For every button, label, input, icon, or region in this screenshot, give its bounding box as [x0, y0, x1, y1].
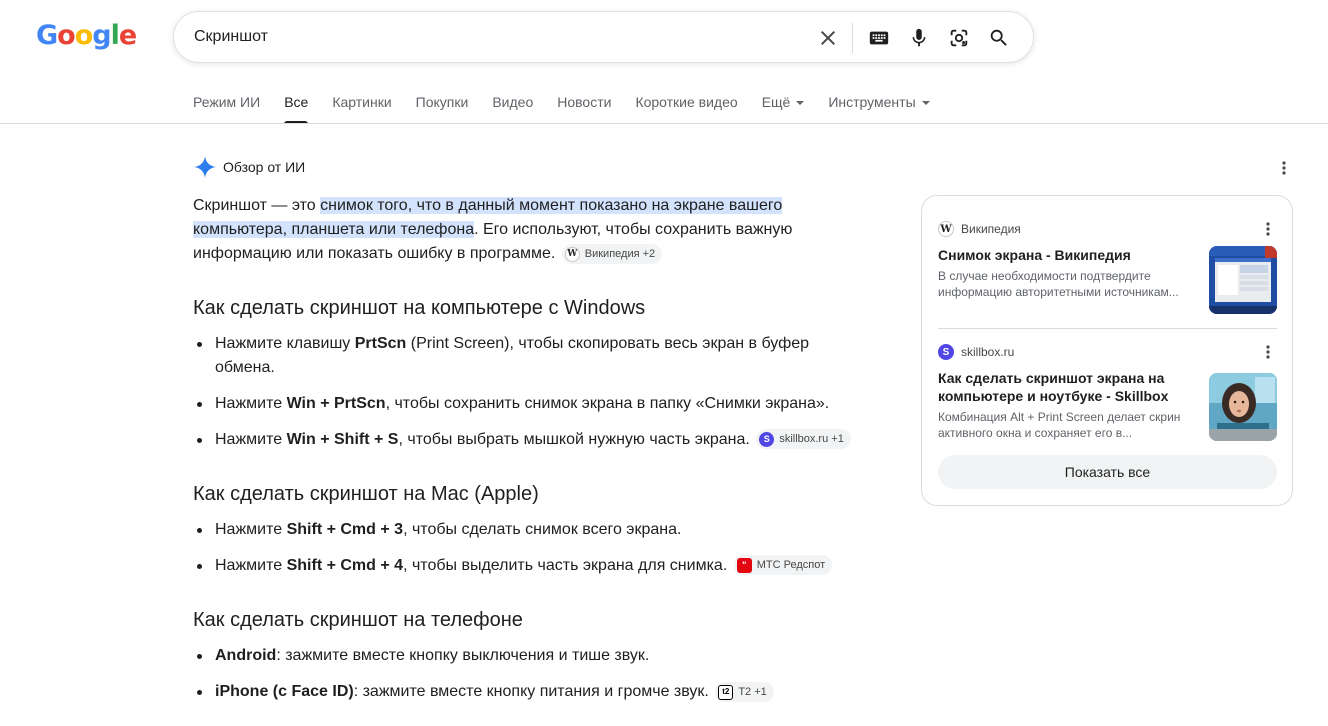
source-snippet: В случае необходимости подтвердите инфор… [938, 269, 1179, 299]
list-item: Нажмите Shift + Cmd + 3, чтобы сделать с… [193, 518, 853, 542]
wikipedia-icon: W [938, 221, 954, 237]
search-icon [990, 29, 1007, 46]
source-thumbnail [1209, 246, 1277, 314]
source-more-button[interactable] [1259, 220, 1277, 238]
ai-overview-more-button[interactable] [1274, 158, 1294, 178]
sources-panel: W Википедия Снимок экрана - Википедия В … [921, 195, 1293, 506]
phone-list: Android: зажмите вместе кнопку выключени… [193, 644, 853, 704]
list-item: Нажмите клавишу PrtScn (Print Screen), ч… [193, 332, 853, 380]
caret-down-icon [796, 101, 805, 105]
camera-lens-icon [950, 29, 968, 47]
search-actions [808, 12, 1019, 64]
lens-search-button[interactable] [939, 18, 979, 58]
more-vert-icon [1282, 161, 1286, 175]
source-card-skillbox[interactable]: S skillbox.ru Как сделать скриншот экран… [938, 343, 1277, 443]
ai-overview-title: Обзор от ИИ [223, 159, 306, 175]
keyboard-button[interactable] [859, 18, 899, 58]
more-vert-icon [1266, 345, 1270, 359]
list-item: Нажмите Win + Shift + S, чтобы выбрать м… [193, 428, 853, 452]
tab-shopping[interactable]: Покупки [416, 84, 469, 124]
wikipedia-icon: W [564, 246, 580, 262]
tab-more[interactable]: Ещё [762, 84, 805, 124]
source-chip-wikipedia[interactable]: W Википедия +2 [561, 244, 663, 264]
heading-phone: Как сделать скриншот на телефоне [193, 609, 523, 631]
tab-ai-mode[interactable]: Режим ИИ [193, 84, 260, 124]
tab-news[interactable]: Новости [557, 84, 611, 124]
microphone-icon [912, 28, 926, 47]
search-box [173, 11, 1034, 63]
close-icon [821, 31, 835, 45]
t2-icon: t2 [718, 684, 734, 700]
list-item: Нажмите Win + PrtScn, чтобы сохранить сн… [193, 392, 853, 416]
screenshot-thumbnail-image [1209, 246, 1277, 314]
source-divider [938, 328, 1277, 329]
mac-list: Нажмите Shift + Cmd + 3, чтобы сделать с… [193, 518, 853, 578]
voice-search-button[interactable] [899, 18, 939, 58]
search-divider [852, 23, 853, 53]
list-item: Android: зажмите вместе кнопку выключени… [193, 644, 853, 668]
source-snippet: Комбинация Alt + Print Screen делает скр… [938, 410, 1181, 440]
source-chip-mts[interactable]: " МТС Редспот [733, 555, 833, 575]
source-more-button[interactable] [1259, 343, 1277, 361]
source-chip-t2[interactable]: t2 Т2 +1 [715, 682, 774, 702]
source-thumbnail [1209, 373, 1277, 441]
skillbox-icon: S [759, 431, 775, 447]
ai-overview-header: Обзор от ИИ [193, 155, 305, 179]
header-divider [0, 123, 1328, 124]
search-input[interactable] [194, 24, 814, 50]
list-item: Нажмите Shift + Cmd + 4, чтобы выделить … [193, 554, 853, 578]
ai-overview-content: Скриншот — это снимок того, что в данный… [193, 194, 853, 716]
source-title[interactable]: Снимок экрана - Википедия [938, 246, 1196, 264]
sparkle-icon [194, 156, 216, 178]
search-button[interactable] [979, 18, 1019, 58]
ai-intro: Скриншот — это снимок того, что в данный… [193, 197, 793, 264]
mts-icon: " [736, 557, 752, 573]
person-thumbnail-image [1209, 373, 1277, 441]
source-site: S skillbox.ru [938, 343, 1277, 361]
list-item: iPhone (с Face ID): зажмите вместе кнопк… [193, 680, 853, 704]
source-chip-skillbox[interactable]: Sskillbox.ru +1 [756, 429, 851, 449]
skillbox-icon: S [938, 344, 954, 360]
search-tabs: Режим ИИ Все Картинки Покупки Видео Ново… [193, 84, 954, 124]
keyboard-icon [869, 31, 889, 45]
show-all-button[interactable]: Показать все [938, 455, 1277, 489]
tab-tools[interactable]: Инструменты [828, 84, 930, 124]
tab-images[interactable]: Картинки [332, 84, 391, 124]
source-title[interactable]: Как сделать скриншот экрана на компьютер… [938, 369, 1196, 405]
tab-short-videos[interactable]: Короткие видео [635, 84, 737, 124]
google-logo[interactable]: Google [36, 20, 137, 51]
source-card-wikipedia[interactable]: W Википедия Снимок экрана - Википедия В … [938, 220, 1277, 320]
source-site: W Википедия [938, 220, 1277, 238]
more-vert-icon [1266, 222, 1270, 236]
tab-videos[interactable]: Видео [492, 84, 533, 124]
tab-all[interactable]: Все [284, 84, 309, 124]
clear-button[interactable] [808, 18, 848, 58]
heading-mac: Как сделать скриншот на Mac (Apple) [193, 483, 539, 505]
caret-down-icon [921, 101, 930, 105]
windows-list: Нажмите клавишу PrtScn (Print Screen), ч… [193, 332, 853, 452]
heading-windows: Как сделать скриншот на компьютере с Win… [193, 297, 646, 319]
